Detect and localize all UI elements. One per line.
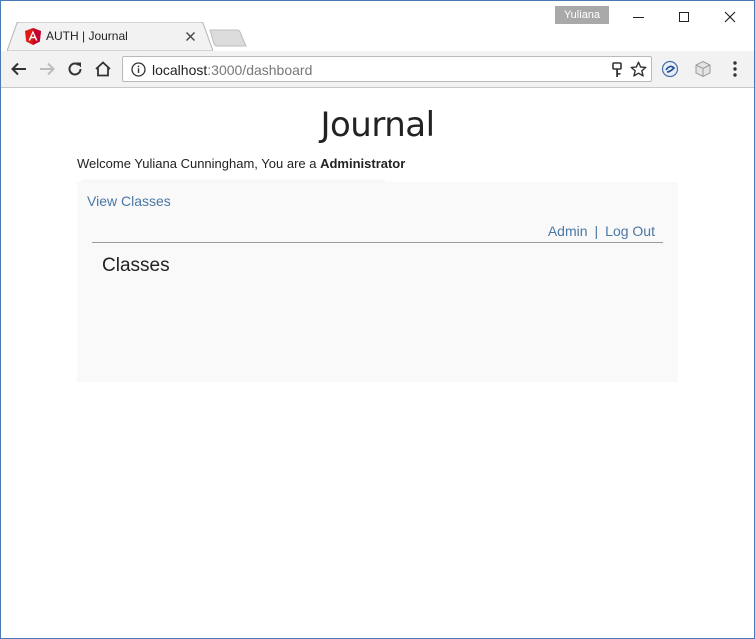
view-classes-link[interactable]: View Classes <box>87 193 171 209</box>
browser-tab[interactable]: AUTH | Journal <box>7 22 213 51</box>
admin-link[interactable]: Admin <box>548 223 588 239</box>
page-content: Journal Welcome Yuliana Cunningham, You … <box>1 89 754 637</box>
title-bar: Yuliana AUTH | Journal <box>1 1 754 51</box>
star-icon[interactable] <box>630 61 647 78</box>
new-tab-button[interactable] <box>209 29 247 47</box>
logout-link[interactable]: Log Out <box>605 223 655 239</box>
welcome-message: Welcome Yuliana Cunningham, You are a Ad… <box>77 156 405 171</box>
extension-cube-icon[interactable] <box>694 60 712 78</box>
url-host: localhost <box>152 62 208 78</box>
angular-icon <box>25 28 41 45</box>
window-close-button[interactable] <box>707 1 753 33</box>
address-bar[interactable]: localhost:3000/dashboard <box>122 56 652 82</box>
back-button[interactable] <box>9 59 29 79</box>
home-button[interactable] <box>93 59 113 79</box>
info-icon[interactable] <box>131 62 146 77</box>
key-icon[interactable] <box>610 62 624 78</box>
divider <box>92 242 663 243</box>
reload-icon <box>68 62 82 76</box>
forward-button[interactable] <box>37 59 57 79</box>
url-path: :3000/dashboard <box>207 62 313 78</box>
welcome-text: Welcome Yuliana Cunningham, You are a <box>77 156 321 171</box>
url-text[interactable]: localhost:3000/dashboard <box>152 62 312 78</box>
browser-window: Yuliana AUTH | Journal localhost:3000/da… <box>0 0 755 639</box>
page-title: Journal <box>320 105 435 145</box>
arrow-right-icon <box>40 62 55 76</box>
tab-title: AUTH | Journal <box>46 29 128 43</box>
arrow-left-icon <box>11 62 26 76</box>
dashboard-panel: View Classes Admin | Log Out Classes <box>77 182 678 382</box>
browser-toolbar: localhost:3000/dashboard <box>1 51 754 88</box>
maximize-button[interactable] <box>661 1 707 33</box>
more-vert-icon[interactable] <box>727 59 743 79</box>
nav-separator: | <box>594 223 599 239</box>
maximize-icon <box>679 12 689 22</box>
minimize-button[interactable] <box>615 1 661 33</box>
home-icon <box>95 61 111 77</box>
section-title: Classes <box>102 255 170 276</box>
user-nav: Admin | Log Out <box>548 223 655 239</box>
tab-close-icon[interactable] <box>184 30 197 43</box>
profile-badge[interactable]: Yuliana <box>555 6 609 24</box>
close-icon <box>724 11 736 23</box>
minimize-icon <box>632 16 644 18</box>
user-role: Administrator <box>320 156 406 171</box>
reload-button[interactable] <box>65 59 85 79</box>
extension-icon[interactable] <box>661 60 679 78</box>
